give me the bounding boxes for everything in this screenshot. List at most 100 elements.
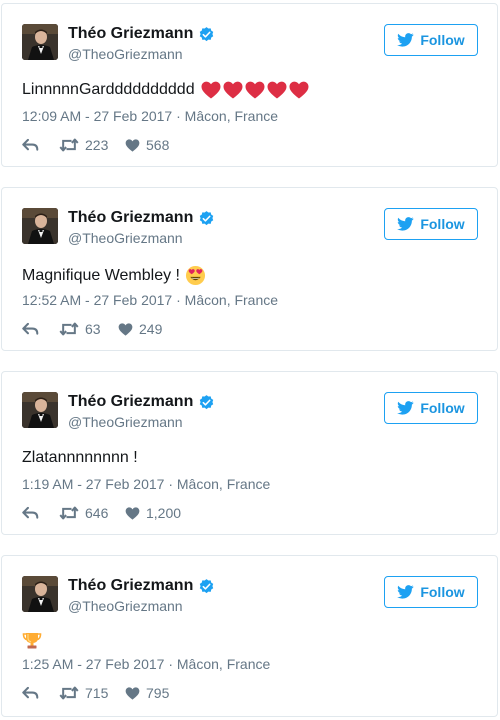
- like-button[interactable]: 795: [125, 685, 169, 701]
- heart-emoji-icon: [267, 81, 287, 99]
- reply-icon: [22, 506, 39, 519]
- tweet-text: Magnifique Wembley !: [22, 265, 206, 286]
- tweet-text-body: LinnnnnGardddddddddd: [22, 81, 195, 98]
- like-heart-icon: [125, 686, 140, 700]
- reply-icon: [22, 686, 39, 699]
- retweet-icon: [59, 506, 79, 520]
- reply-button[interactable]: [22, 138, 59, 152]
- display-name[interactable]: Théo Griezmann: [68, 25, 215, 43]
- avatar[interactable]: [22, 208, 58, 244]
- display-name[interactable]: Théo Griezmann: [68, 577, 215, 595]
- avatar[interactable]: [22, 576, 58, 612]
- tweet-timestamp[interactable]: 1:19 AM - 27 Feb 2017: [22, 476, 164, 492]
- follow-button[interactable]: Follow: [384, 24, 478, 56]
- follow-button[interactable]: Follow: [384, 576, 478, 608]
- retweet-count: 646: [85, 505, 109, 521]
- reply-button[interactable]: [22, 506, 59, 520]
- follow-button-label: Follow: [420, 216, 465, 232]
- retweet-icon: [59, 686, 79, 700]
- tweet-card: Théo Griezmann @TheoGriezmann Follow Lin…: [1, 3, 498, 167]
- retweet-count: 223: [85, 137, 109, 153]
- follow-button-label: Follow: [420, 32, 465, 48]
- like-heart-icon: [125, 138, 140, 152]
- tweet-location[interactable]: Mâcon, France: [177, 476, 270, 492]
- heart-eyes-emoji-icon: [185, 265, 206, 286]
- verified-badge-icon: [200, 394, 214, 409]
- display-name[interactable]: Théo Griezmann: [68, 209, 215, 227]
- like-button[interactable]: 568: [125, 137, 169, 153]
- tweet-meta: 1:25 AM - 27 Feb 2017 · Mâcon, France: [22, 656, 270, 672]
- twitter-bird-icon: [397, 217, 414, 231]
- tweet-text: [22, 630, 42, 650]
- retweet-button[interactable]: 63: [59, 321, 118, 337]
- tweet-timestamp[interactable]: 12:09 AM - 27 Feb 2017: [22, 108, 172, 124]
- user-handle[interactable]: @TheoGriezmann: [68, 230, 183, 246]
- tweet-meta: 1:19 AM - 27 Feb 2017 · Mâcon, France: [22, 476, 270, 492]
- reply-icon: [22, 322, 39, 335]
- avatar[interactable]: [22, 392, 58, 428]
- tweet-text: LinnnnnGardddddddddd: [22, 81, 309, 99]
- like-count: 249: [139, 321, 163, 337]
- meta-separator: ·: [176, 108, 185, 124]
- tweet-location[interactable]: Mâcon, France: [177, 656, 270, 672]
- meta-separator: ·: [168, 476, 177, 492]
- display-name-text: Théo Griezmann: [68, 577, 194, 594]
- follow-button[interactable]: Follow: [384, 208, 478, 240]
- like-count: 1,200: [146, 505, 182, 521]
- twitter-bird-icon: [397, 585, 414, 599]
- display-name-text: Théo Griezmann: [68, 209, 194, 226]
- retweet-button[interactable]: 223: [59, 137, 125, 153]
- like-button[interactable]: 1,200: [125, 505, 181, 521]
- heart-emoji-icon: [245, 81, 265, 99]
- tweet-meta: 12:52 AM - 27 Feb 2017 · Mâcon, France: [22, 292, 278, 308]
- tweet-actions: 63 249: [22, 321, 162, 337]
- meta-separator: ·: [168, 656, 177, 672]
- retweet-button[interactable]: 646: [59, 505, 125, 521]
- display-name-text: Théo Griezmann: [68, 393, 194, 410]
- tweet-timestamp[interactable]: 1:25 AM - 27 Feb 2017: [22, 656, 164, 672]
- reply-button[interactable]: [22, 322, 59, 336]
- user-handle[interactable]: @TheoGriezmann: [68, 414, 183, 430]
- twitter-bird-icon: [397, 33, 414, 47]
- avatar[interactable]: [22, 24, 58, 60]
- user-handle[interactable]: @TheoGriezmann: [68, 598, 183, 614]
- like-count: 568: [146, 137, 170, 153]
- retweet-icon: [59, 322, 79, 336]
- heart-emoji-icon: [201, 81, 221, 99]
- tweet-card: Théo Griezmann @TheoGriezmann Follow 1:2…: [1, 555, 498, 717]
- follow-button-label: Follow: [420, 584, 465, 600]
- display-name[interactable]: Théo Griezmann: [68, 393, 215, 411]
- reply-icon: [22, 138, 39, 151]
- reply-button[interactable]: [22, 686, 59, 700]
- tweet-actions: 223 568: [22, 137, 169, 153]
- retweet-button[interactable]: 715: [59, 685, 125, 701]
- tweet-text: Zlatannnnnnnn !: [22, 449, 138, 467]
- user-handle[interactable]: @TheoGriezmann: [68, 46, 183, 62]
- twitter-bird-icon: [397, 401, 414, 415]
- tweet-timestamp[interactable]: 12:52 AM - 27 Feb 2017: [22, 292, 172, 308]
- tweet-text-body: Zlatannnnnnnn !: [22, 449, 138, 466]
- tweet-location[interactable]: Mâcon, France: [185, 108, 278, 124]
- retweet-icon: [59, 138, 79, 152]
- verified-badge-icon: [200, 210, 214, 225]
- trophy-emoji-icon: [22, 633, 42, 649]
- follow-button-label: Follow: [420, 400, 465, 416]
- like-button[interactable]: 249: [118, 321, 162, 337]
- heart-emoji-row: [201, 81, 309, 99]
- heart-emoji-icon: [289, 81, 309, 99]
- like-heart-icon: [125, 506, 140, 520]
- retweet-count: 715: [85, 685, 109, 701]
- meta-separator: ·: [176, 292, 185, 308]
- heart-emoji-icon: [223, 81, 243, 99]
- verified-badge-icon: [200, 26, 214, 41]
- tweet-actions: 715 795: [22, 685, 169, 701]
- tweet-actions: 646 1,200: [22, 505, 181, 521]
- tweet-card: Théo Griezmann @TheoGriezmann Follow Mag…: [1, 187, 498, 351]
- tweet-card: Théo Griezmann @TheoGriezmann Follow Zla…: [1, 371, 498, 535]
- like-count: 795: [146, 685, 170, 701]
- tweet-text-body: Magnifique Wembley !: [22, 266, 180, 284]
- follow-button[interactable]: Follow: [384, 392, 478, 424]
- like-heart-icon: [118, 322, 133, 336]
- tweet-location[interactable]: Mâcon, France: [185, 292, 278, 308]
- verified-badge-icon: [200, 578, 214, 593]
